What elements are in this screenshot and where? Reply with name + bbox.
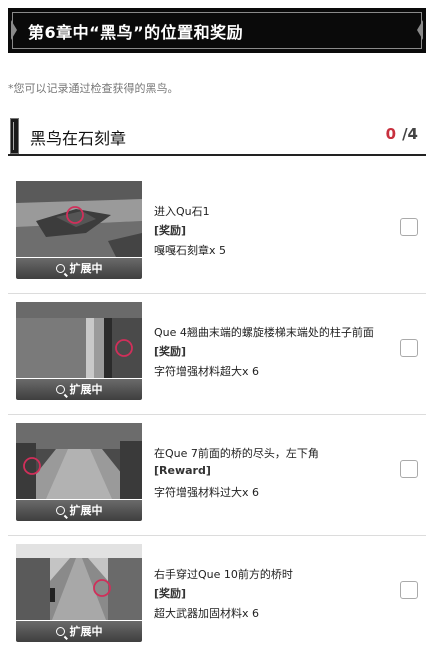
entry-reward-tag: [奖励] — [154, 587, 187, 600]
total-count: /4 — [402, 125, 418, 143]
blackbird-entry: 扩展中 进入Qu石1 [奖励] 嘎嘎石刻章x 5 — [8, 174, 426, 294]
entry-reward-tag: [奖励] — [154, 224, 187, 237]
blackbird-entry: 扩展中 Que 4翘曲末端的螺旋楼梯末端处的柱子前面 [奖励] 字符增强材料超大… — [8, 295, 426, 415]
entry-reward: 字符增强材料超大x 6 — [154, 365, 260, 378]
entry-location: 进入Qu石1 — [154, 205, 210, 218]
collected-checkbox[interactable] — [400, 581, 418, 599]
expand-label: 扩展中 — [69, 504, 103, 517]
entry-location: 右手穿过Que 10前方的桥时 — [154, 568, 293, 581]
expand-button[interactable]: 扩展中 — [16, 258, 142, 279]
collection-counter: 0/4 — [386, 125, 418, 143]
section-rule — [8, 154, 426, 156]
location-thumbnail[interactable] — [16, 302, 142, 378]
zoom-icon — [55, 264, 65, 273]
location-thumbnail[interactable] — [16, 181, 142, 257]
zoom-icon — [55, 385, 65, 394]
expand-button[interactable]: 扩展中 — [16, 500, 142, 521]
entry-reward-tag: [Reward] — [154, 464, 211, 477]
expand-label: 扩展中 — [69, 625, 103, 638]
collected-checkbox[interactable] — [400, 460, 418, 478]
entry-reward: 超大武器加固材料x 6 — [154, 607, 260, 620]
collected-checkbox[interactable] — [400, 218, 418, 236]
entry-reward-tag: [奖励] — [154, 345, 187, 358]
expand-label: 扩展中 — [69, 262, 103, 275]
section-header: 黑鸟在石刻章 0/4 — [8, 116, 426, 156]
entry-reward: 嘎嘎石刻章x 5 — [154, 244, 227, 257]
entry-divider — [8, 535, 426, 536]
entry-location: Que 4翘曲末端的螺旋楼梯末端处的柱子前面 — [154, 326, 374, 339]
blackbird-entry: 扩展中 右手穿过Que 10前方的桥时 [奖励] 超大武器加固材料x 6 — [8, 537, 426, 657]
entry-reward: 字符增强材料过大x 6 — [154, 486, 260, 499]
collected-count: 0 — [385, 125, 397, 143]
entry-divider — [8, 293, 426, 294]
expand-button[interactable]: 扩展中 — [16, 621, 142, 642]
blackbird-entry: 扩展中 在Que 7前面的桥的尽头，左下角 [Reward] 字符增强材料过大x… — [8, 416, 426, 536]
frame-notch-left — [11, 20, 17, 40]
entry-divider — [8, 414, 426, 415]
zoom-icon — [55, 506, 65, 515]
chapter-title-bar: 第6章中“黑鸟”的位置和奖励 — [8, 8, 426, 53]
expand-label: 扩展中 — [69, 383, 103, 396]
page-title: 第6章中“黑鸟”的位置和奖励 — [28, 23, 244, 42]
frame-notch-right — [417, 20, 423, 40]
collected-checkbox[interactable] — [400, 339, 418, 357]
location-thumbnail[interactable] — [16, 423, 142, 499]
zoom-icon — [55, 627, 65, 636]
expand-button[interactable]: 扩展中 — [16, 379, 142, 400]
entry-location: 在Que 7前面的桥的尽头，左下角 — [154, 447, 319, 460]
info-note: *您可以记录通过检查获得的黑鸟。 — [8, 82, 179, 95]
section-title: 黑鸟在石刻章 — [30, 129, 127, 148]
location-thumbnail[interactable] — [16, 544, 142, 620]
section-marker — [10, 118, 19, 154]
